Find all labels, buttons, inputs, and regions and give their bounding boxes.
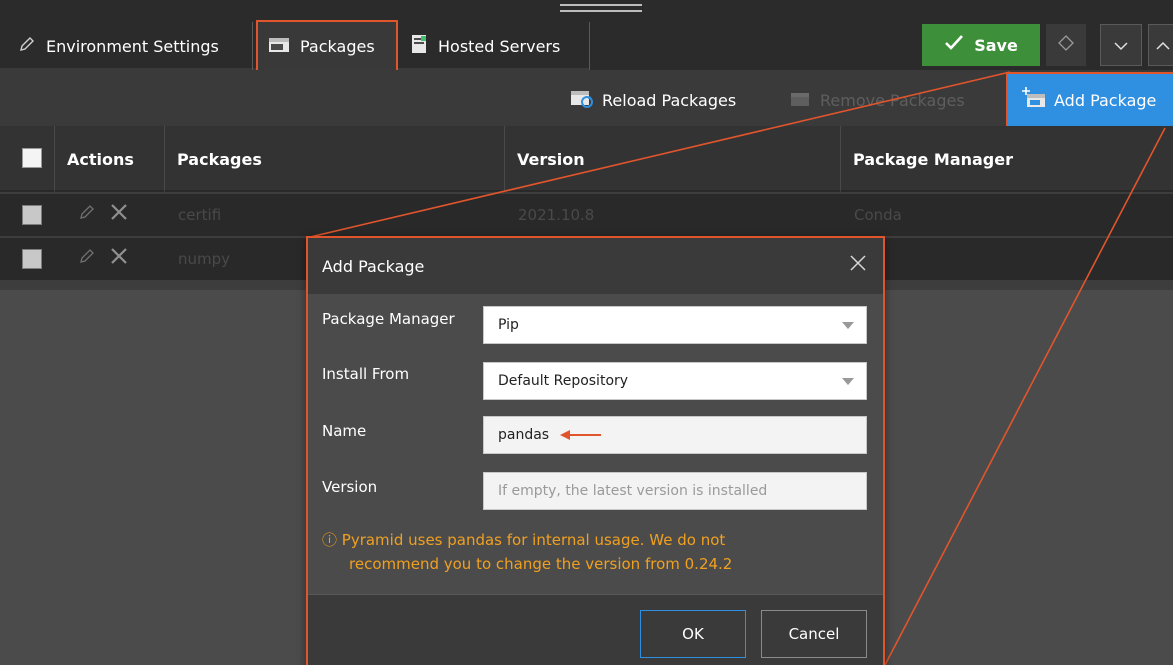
remove-packages-button[interactable]: Remove Packages xyxy=(790,80,965,120)
add-package-icon xyxy=(1022,87,1046,113)
save-label: Save xyxy=(974,35,1018,55)
pencil-icon xyxy=(18,35,36,57)
close-button[interactable] xyxy=(845,252,871,278)
column-header-packages[interactable]: Packages xyxy=(164,126,504,192)
arrow-left-icon xyxy=(559,429,603,441)
add-package-label: Add Package xyxy=(1054,90,1157,110)
tab-packages[interactable]: Packages xyxy=(256,20,398,72)
chevron-up-icon xyxy=(1155,36,1171,55)
name-input[interactable]: pandas xyxy=(483,416,867,454)
column-header-version[interactable]: Version xyxy=(504,126,840,192)
tab-label: Environment Settings xyxy=(46,36,219,56)
reload-packages-button[interactable]: Reload Packages xyxy=(570,80,736,120)
save-button[interactable]: Save xyxy=(922,24,1040,66)
add-package-button[interactable]: Add Package xyxy=(1006,72,1173,128)
package-manager-value: Pip xyxy=(498,317,519,333)
install-from-value: Default Repository xyxy=(498,373,629,389)
reload-label: Reload Packages xyxy=(602,90,737,110)
chevron-down-icon xyxy=(1113,36,1129,55)
name-label: Name xyxy=(322,422,367,440)
server-icon xyxy=(410,34,428,58)
name-value: pandas xyxy=(498,427,550,443)
version-placeholder: If empty, the latest version is installe… xyxy=(498,483,768,499)
install-from-select[interactable]: Default Repository xyxy=(483,362,867,400)
cancel-button[interactable]: Cancel xyxy=(761,610,867,658)
drag-handle[interactable] xyxy=(560,4,642,12)
warning-line-2: recommend you to change the version from… xyxy=(349,555,733,573)
close-icon xyxy=(849,254,867,276)
column-header-package-manager[interactable]: Package Manager xyxy=(840,126,1173,192)
package-manager-select[interactable]: Pip xyxy=(483,306,867,344)
reload-icon xyxy=(570,87,594,113)
version-input[interactable]: If empty, the latest version is installe… xyxy=(483,472,867,510)
expand-up-button[interactable] xyxy=(1148,24,1173,66)
add-package-dialog: Add Package Package Manager Pip Install … xyxy=(306,236,885,665)
remove-label: Remove Packages xyxy=(820,90,965,110)
package-icon xyxy=(268,35,290,57)
diamond-button[interactable] xyxy=(1046,24,1086,66)
warning-line-1: ⓘ Pyramid uses pandas for internal usage… xyxy=(322,531,726,549)
column-header-actions[interactable]: Actions xyxy=(54,126,164,192)
tab-environment-settings[interactable]: Environment Settings xyxy=(8,22,253,70)
dialog-header: Add Package xyxy=(308,238,883,294)
package-manager-label: Package Manager xyxy=(322,310,455,328)
collapse-down-button[interactable] xyxy=(1100,24,1142,66)
version-label: Version xyxy=(322,478,378,496)
dialog-title: Add Package xyxy=(322,256,425,276)
remove-package-icon xyxy=(790,88,812,112)
tab-label: Hosted Servers xyxy=(438,36,561,56)
install-from-label: Install From xyxy=(322,365,410,383)
dropdown-caret-icon xyxy=(842,378,854,385)
checkmark-icon xyxy=(944,34,964,56)
ok-button[interactable]: OK xyxy=(640,610,746,658)
select-all-checkbox[interactable] xyxy=(22,148,42,168)
tab-label: Packages xyxy=(300,36,375,56)
diamond-icon xyxy=(1057,34,1075,56)
version-warning: ⓘ Pyramid uses pandas for internal usage… xyxy=(322,528,842,576)
dropdown-caret-icon xyxy=(842,322,854,329)
tab-hosted-servers[interactable]: Hosted Servers xyxy=(400,22,590,70)
